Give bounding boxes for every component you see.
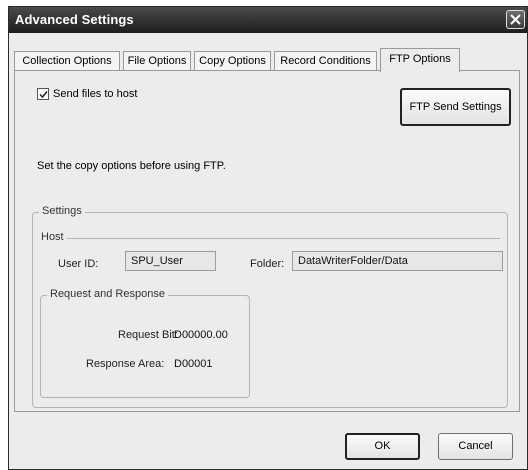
request-bit-value: D00000.00 bbox=[174, 329, 228, 341]
tab-record-conditions[interactable]: Record Conditions bbox=[274, 51, 377, 71]
ok-button[interactable]: OK bbox=[345, 433, 420, 460]
title-bar: Advanced Settings bbox=[9, 7, 527, 33]
cancel-button[interactable]: Cancel bbox=[438, 433, 513, 460]
response-area-label: Response Area: bbox=[86, 358, 165, 370]
settings-group-label: Settings bbox=[39, 205, 85, 217]
close-button[interactable] bbox=[506, 10, 525, 29]
tab-collection-options[interactable]: Collection Options bbox=[14, 51, 120, 71]
send-files-checkbox-row[interactable]: Send files to host bbox=[37, 88, 137, 100]
close-icon bbox=[510, 14, 521, 25]
window-title: Advanced Settings bbox=[15, 12, 134, 27]
user-id-field: SPU_User bbox=[125, 251, 216, 271]
info-text: Set the copy options before using FTP. bbox=[37, 160, 226, 172]
checkmark-icon bbox=[39, 91, 48, 99]
user-id-label: User ID: bbox=[58, 258, 99, 270]
request-response-group-label: Request and Response bbox=[47, 288, 168, 300]
tab-file-options[interactable]: File Options bbox=[123, 51, 191, 71]
host-group-label: Host bbox=[38, 231, 67, 243]
tab-ftp-options[interactable]: FTP Options bbox=[380, 48, 460, 72]
folder-label: Folder: bbox=[250, 258, 285, 270]
request-bit-label: Request Bit: bbox=[118, 329, 178, 341]
response-area-value: D00001 bbox=[174, 358, 213, 370]
send-files-label: Send files to host bbox=[53, 88, 138, 100]
send-files-checkbox[interactable] bbox=[37, 88, 49, 100]
tab-copy-options[interactable]: Copy Options bbox=[194, 51, 271, 71]
ftp-send-settings-button[interactable]: FTP Send Settings bbox=[400, 88, 511, 126]
folder-field: DataWriterFolder/Data bbox=[292, 251, 503, 271]
request-response-group: Request and Response bbox=[40, 288, 250, 398]
